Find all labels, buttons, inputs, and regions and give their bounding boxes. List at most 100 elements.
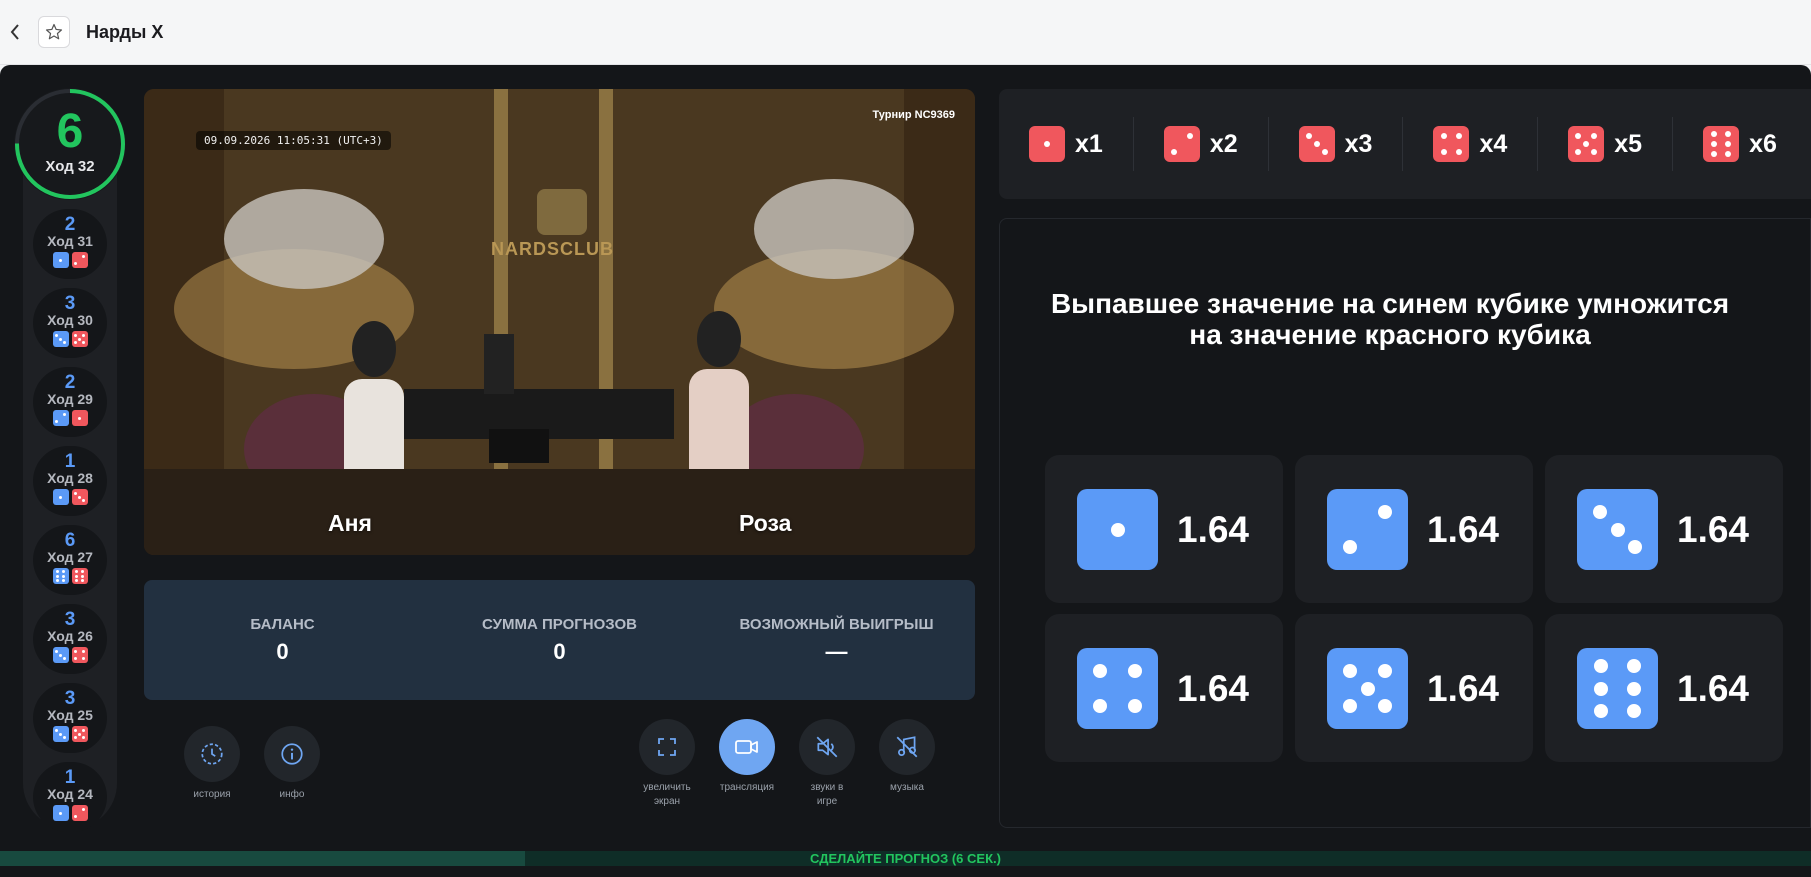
fullscreen-button[interactable]: увеличить экран [627, 719, 707, 808]
die-pip [1044, 141, 1050, 147]
die-pip [1305, 133, 1312, 140]
red-die-icon [71, 489, 88, 506]
die-pip [1456, 133, 1463, 140]
history-button[interactable]: история [172, 726, 252, 802]
die-pip [74, 574, 78, 578]
stream-circle[interactable] [719, 719, 775, 775]
history-move[interactable]: 2 Ход 29 [33, 367, 107, 437]
die-pip [74, 736, 78, 740]
game-sounds-circle[interactable] [799, 719, 855, 775]
predictions-sum-value: 0 [553, 638, 566, 664]
music-circle[interactable] [879, 719, 935, 775]
die-pip [78, 416, 81, 420]
history-move[interactable]: 3 Ход 25 [33, 683, 107, 753]
red-die-icon [1703, 126, 1740, 162]
blue-die-icon [1077, 648, 1158, 729]
history-move[interactable]: 6 Ход 27 [33, 525, 107, 595]
history-circle[interactable] [184, 726, 240, 782]
history-move[interactable]: 2 Ход 31 [33, 209, 107, 279]
history-label: история [193, 789, 231, 800]
die-pip [74, 815, 78, 819]
odds-value: 1.64 [1427, 668, 1500, 709]
die-pip [1128, 699, 1143, 714]
stream-button[interactable]: трансляция [707, 719, 787, 795]
fullscreen-icon [658, 738, 676, 756]
history-move[interactable]: 1 Ход 28 [33, 446, 107, 516]
odds-card[interactable]: 1.64 [1545, 614, 1783, 762]
info-button[interactable]: инфо [252, 726, 332, 802]
history-dice [52, 410, 88, 427]
die-pip [1456, 148, 1463, 155]
prediction-timer-bar: СДЕЛАЙТЕ ПРОГНОЗ (6 СЕК.) [0, 851, 1811, 866]
multiplier-item: x5 [1538, 117, 1674, 171]
red-die-icon [1433, 126, 1470, 162]
game-app: 6 Ход 32 2 Ход 31 3 Ход 30 2 Ход 29 1 Ход 28 6 Хо… [0, 65, 1811, 877]
die-pip [62, 413, 66, 417]
die-pip [59, 337, 62, 341]
die-pip [1628, 540, 1643, 555]
multiplier-label: x1 [1075, 129, 1103, 158]
history-move-label: Ход 28 [47, 470, 93, 486]
history-dice [52, 331, 88, 348]
blue-die-icon [52, 647, 69, 664]
history-move-value: 3 [64, 688, 76, 709]
die-pip [1591, 148, 1598, 155]
odds-card[interactable]: 1.64 [1045, 614, 1283, 762]
red-die-icon [71, 647, 88, 664]
die-pip [1725, 151, 1732, 158]
die-pip [1710, 141, 1717, 147]
red-die-icon [71, 726, 88, 743]
history-move[interactable]: 1 Ход 24 [33, 762, 107, 832]
die-pip [55, 334, 59, 338]
balance-block: БАЛАНС 0 [144, 616, 421, 665]
info-icon [281, 743, 303, 765]
die-pip [74, 334, 78, 338]
history-move-value: 3 [64, 609, 76, 630]
history-icon [201, 743, 223, 765]
multiplier-label: x6 [1749, 129, 1777, 158]
die-pip [62, 579, 66, 583]
rules-headline: Выпавшее значение на синем кубике умножи… [1050, 288, 1730, 350]
back-button[interactable] [0, 0, 30, 65]
history-move-value: 2 [64, 372, 76, 393]
prediction-timer-text: СДЕЛАЙТЕ ПРОГНОЗ (6 СЕК.) [810, 851, 1001, 866]
red-die-icon [71, 410, 88, 427]
history-move[interactable]: 3 Ход 26 [33, 604, 107, 674]
star-icon [45, 23, 63, 40]
die-pip [62, 574, 66, 578]
history-move[interactable]: 3 Ход 30 [33, 288, 107, 358]
sound-off-icon [816, 736, 838, 758]
game-sounds-button[interactable]: звуки в игре [787, 719, 867, 808]
nardsclub-logo-icon [537, 189, 587, 235]
die-pip [1342, 699, 1357, 714]
bookmark-button[interactable] [38, 16, 70, 48]
page-title: Нарды X [86, 21, 164, 42]
die-pip [1594, 704, 1609, 719]
multiplier-item: x4 [1403, 117, 1539, 171]
fullscreen-circle[interactable] [639, 719, 695, 775]
die-pip [55, 650, 59, 654]
predictions-sum-title: СУММА ПРОГНОЗОВ [482, 615, 637, 633]
odds-value: 1.64 [1677, 668, 1750, 709]
player-right-name: Роза [739, 510, 792, 536]
die-pip [1313, 141, 1320, 147]
die-pip [1725, 141, 1732, 147]
history-move-label: Ход 26 [47, 628, 93, 644]
red-die-icon [1163, 126, 1200, 162]
die-pip [81, 574, 85, 578]
die-pip [74, 657, 78, 661]
possible-win-block: ВОЗМОЖНЫЙ ВЫИГРЫШ — [698, 616, 975, 665]
odds-card[interactable]: 1.64 [1545, 455, 1783, 603]
odds-card[interactable]: 1.64 [1045, 455, 1283, 603]
die-pip [1440, 148, 1447, 155]
info-circle[interactable] [264, 726, 320, 782]
music-button[interactable]: музыка [867, 719, 947, 795]
odds-card[interactable]: 1.64 [1295, 455, 1533, 603]
info-label: инфо [279, 789, 305, 800]
red-die-icon [71, 331, 88, 348]
odds-card[interactable]: 1.64 [1295, 614, 1533, 762]
possible-win-value: — [825, 638, 848, 664]
multiplier-label: x3 [1344, 129, 1373, 158]
multiplier-label: x5 [1614, 129, 1643, 158]
live-video-stream[interactable]: 09.09.2026 11:05:31 (UTC+3) Турнир NC936… [144, 89, 975, 555]
